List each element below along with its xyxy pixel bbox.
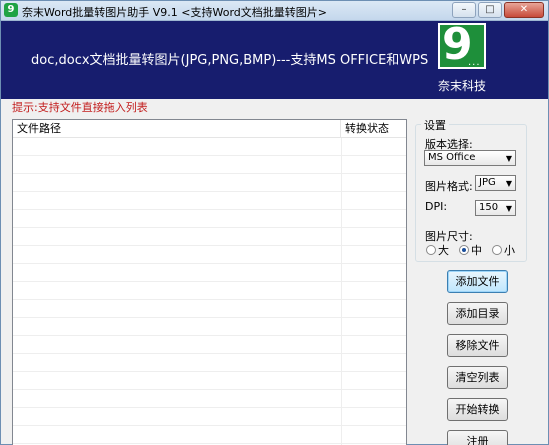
clear-list-button[interactable]: 清空列表	[447, 366, 508, 389]
register-button[interactable]: 注册	[447, 430, 508, 445]
settings-legend: 设置	[421, 117, 449, 133]
window-title: 奈末Word批量转图片助手 V9.1 <支持Word文档批量转图片>	[22, 6, 327, 19]
app-icon: 9	[4, 3, 18, 17]
chevron-down-icon: ▼	[505, 204, 512, 213]
version-select[interactable]: MS Office ▼	[424, 150, 516, 166]
minimize-button[interactable]: –	[452, 2, 476, 18]
radio-selected-icon	[459, 245, 469, 255]
dpi-label: DPI:	[425, 200, 448, 213]
close-button[interactable]: ✕	[504, 2, 544, 18]
company-logo: 9 ...	[438, 21, 486, 69]
list-header: 文件路径 转换状态	[13, 120, 406, 138]
maximize-button[interactable]: □	[478, 2, 502, 18]
banner-text: doc,docx文档批量转图片(JPG,PNG,BMP)---支持MS OFFI…	[31, 53, 429, 68]
company-name: 奈末科技	[438, 79, 487, 93]
format-label: 图片格式:	[425, 180, 473, 193]
add-file-button[interactable]: 添加文件	[447, 270, 508, 293]
size-radio-small[interactable]: 小	[492, 242, 515, 258]
size-radio-large-label: 大	[438, 244, 449, 257]
title-bar[interactable]: 9 奈末Word批量转图片助手 V9.1 <支持Word文档批量转图片> – □…	[1, 1, 548, 21]
dpi-select-value: 150	[479, 202, 499, 213]
column-header-status[interactable]: 转换状态	[341, 120, 406, 137]
size-radio-group: 大 中 小	[426, 242, 515, 258]
column-header-path[interactable]: 文件路径	[13, 120, 341, 137]
file-list[interactable]: 文件路径 转换状态	[12, 119, 407, 445]
drag-hint: 提示:支持文件直接拖入列表	[12, 101, 148, 114]
dpi-select[interactable]: 150 ▼	[475, 200, 516, 216]
format-select[interactable]: JPG ▼	[475, 175, 516, 191]
radio-icon	[426, 245, 436, 255]
radio-icon	[492, 245, 502, 255]
size-radio-large[interactable]: 大	[426, 242, 449, 258]
size-radio-medium[interactable]: 中	[459, 242, 482, 258]
start-convert-button[interactable]: 开始转换	[447, 398, 508, 421]
app-window: 9 奈末Word批量转图片助手 V9.1 <支持Word文档批量转图片> – □…	[0, 0, 549, 445]
format-select-value: JPG	[479, 177, 496, 188]
list-body[interactable]	[13, 138, 406, 445]
version-select-value: MS Office	[428, 152, 476, 163]
window-controls: – □ ✕	[452, 2, 544, 18]
size-radio-small-label: 小	[504, 244, 515, 257]
add-directory-button[interactable]: 添加目录	[447, 302, 508, 325]
chevron-down-icon: ▼	[505, 179, 512, 188]
chevron-down-icon: ▼	[505, 154, 512, 163]
size-radio-medium-label: 中	[471, 244, 482, 257]
logo-dots: ...	[468, 57, 481, 68]
banner: doc,docx文档批量转图片(JPG,PNG,BMP)---支持MS OFFI…	[1, 21, 548, 99]
remove-file-button[interactable]: 移除文件	[447, 334, 508, 357]
